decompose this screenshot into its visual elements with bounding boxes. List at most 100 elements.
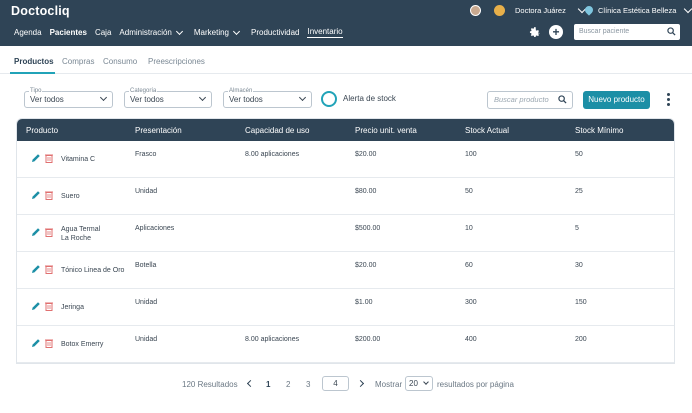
trash-icon[interactable] — [44, 338, 54, 348]
presentation-cell: Frasco — [135, 151, 157, 158]
page-number-input[interactable]: 4 — [322, 376, 349, 391]
table-row[interactable]: Agua Termal La Roche Aplicaciones $500.00… — [17, 215, 674, 252]
product-name: Botox Emerry — [61, 340, 103, 349]
plus-circle-icon[interactable]: + — [549, 25, 563, 39]
trash-icon[interactable] — [44, 227, 54, 237]
gear-icon[interactable] — [528, 26, 541, 39]
products-table: Producto Presentación Capacidad de uso P… — [16, 118, 675, 364]
bell-icon[interactable] — [494, 4, 505, 16]
trash-icon[interactable] — [44, 301, 54, 311]
chevron-left-icon[interactable] — [246, 379, 255, 388]
chevron-down-icon — [99, 93, 108, 102]
tipo-value: Ver todos — [30, 95, 64, 104]
user-name[interactable]: Doctora Juárez — [515, 6, 566, 15]
min-stock-cell: 25 — [575, 188, 583, 195]
page-link[interactable]: 1 — [266, 380, 270, 389]
price-cell: $80.00 — [355, 188, 377, 195]
nav-item-pacientes[interactable]: Pacientes — [50, 28, 87, 37]
avatar[interactable] — [470, 4, 481, 16]
brand-logo[interactable]: Doctocliq — [11, 4, 70, 18]
nav-item-productividad[interactable]: Productividad — [251, 28, 299, 37]
user-area[interactable]: Doctora Juárez — [470, 3, 587, 17]
product-name-line: Suero — [61, 193, 80, 200]
column-header[interactable]: Producto — [26, 126, 58, 135]
table-row[interactable]: Jeringa Unidad $1.00 300 150 — [17, 289, 674, 326]
chevron-down-icon — [198, 93, 207, 102]
chevron-right-icon[interactable] — [356, 379, 365, 388]
stock-cell: 300 — [465, 299, 477, 306]
pencil-icon[interactable] — [31, 301, 41, 311]
table-row[interactable]: Vitamina C Frasco 8.00 aplicaciones $20.… — [17, 141, 674, 178]
results-count: 120 Resultados — [182, 380, 238, 389]
top-bar: Doctocliq Doctora Juárez Clínica Estétic… — [0, 0, 692, 46]
clinic-name[interactable]: Clínica Estética Belleza — [598, 6, 676, 15]
show-label: Mostrar — [375, 380, 403, 389]
pencil-icon[interactable] — [31, 227, 41, 237]
pencil-icon[interactable] — [31, 338, 41, 348]
min-stock-cell: 150 — [575, 299, 587, 306]
pencil-icon[interactable] — [31, 264, 41, 274]
stock-alert-toggle[interactable] — [321, 91, 337, 107]
table-row[interactable]: Botox Emerry Unidad 8.00 aplicaciones $2… — [17, 326, 674, 363]
categoria-select[interactable]: Categoría Ver todos — [124, 87, 212, 108]
trash-icon[interactable] — [44, 190, 54, 200]
price-cell: $200.00 — [355, 336, 381, 343]
chevron-down-icon — [298, 93, 307, 102]
nav-item-marketing[interactable]: Marketing — [193, 27, 241, 37]
product-name: Jeringa — [61, 303, 84, 312]
new-product-button[interactable]: Nuevo producto — [583, 91, 650, 109]
nav-item-inventario[interactable]: Inventario — [307, 27, 343, 38]
clinic-selector[interactable]: Clínica Estética Belleza — [583, 3, 692, 17]
patient-search-input[interactable]: Buscar paciente — [574, 24, 680, 40]
price-cell: $500.00 — [355, 225, 381, 232]
column-header[interactable]: Capacidad de uso — [245, 126, 310, 135]
per-page-select[interactable]: 20 — [405, 376, 433, 391]
tab-productos[interactable]: Productos — [14, 57, 54, 66]
trash-icon[interactable] — [44, 264, 54, 274]
product-name: Agua Termal La Roche — [61, 225, 100, 243]
chevron-down-icon — [232, 27, 241, 35]
per-page-value: 20 — [409, 379, 418, 388]
search-icon[interactable] — [558, 95, 567, 104]
table-row[interactable]: Tónico Linea de Oro Botella $20.00 60 30 — [17, 252, 674, 289]
price-cell: $20.00 — [355, 262, 377, 269]
tab-compras[interactable]: Compras — [62, 57, 94, 66]
stock-cell: 100 — [465, 151, 477, 158]
page-link[interactable]: 3 — [306, 380, 310, 389]
capacity-cell: 8.00 aplicaciones — [245, 336, 300, 343]
stock-alert-label: Alerta de stock — [343, 94, 396, 103]
page-link[interactable]: 2 — [286, 380, 290, 389]
stock-cell: 60 — [465, 262, 473, 269]
product-search-input[interactable]: Buscar producto — [487, 91, 573, 109]
table-header: Producto Presentación Capacidad de uso P… — [17, 119, 674, 141]
nav-item-agenda[interactable]: Agenda — [14, 28, 42, 37]
nav-item-caja[interactable]: Caja — [95, 28, 111, 37]
column-header[interactable]: Precio unit. venta — [355, 126, 417, 135]
pencil-icon[interactable] — [31, 153, 41, 163]
nav-item-administracion[interactable]: Administración — [119, 27, 183, 37]
categoria-value: Ver todos — [130, 95, 164, 104]
stock-cell: 400 — [465, 336, 477, 343]
kebab-menu-icon[interactable] — [667, 93, 671, 107]
min-stock-cell: 50 — [575, 151, 583, 158]
tab-consumo[interactable]: Consumo — [103, 57, 137, 66]
column-header[interactable]: Stock Actual — [465, 126, 509, 135]
per-page-suffix: resultados por página — [437, 380, 514, 389]
pencil-icon[interactable] — [31, 190, 41, 200]
product-name: Suero — [61, 192, 80, 201]
chevron-down-icon[interactable] — [684, 4, 692, 13]
min-stock-cell: 30 — [575, 262, 583, 269]
column-header[interactable]: Stock Mínimo — [575, 126, 623, 135]
min-stock-cell: 200 — [575, 336, 587, 343]
column-header[interactable]: Presentación — [135, 126, 182, 135]
nav-label: Marketing — [193, 28, 229, 37]
search-icon[interactable] — [667, 27, 676, 36]
tipo-select[interactable]: Tipo Ver todos — [24, 87, 113, 108]
table-row[interactable]: Suero Unidad $80.00 50 25 — [17, 178, 674, 215]
product-name-line: Tónico Linea de Oro — [61, 267, 125, 274]
product-name-line: Agua Termal — [61, 226, 101, 233]
search-placeholder: Buscar paciente — [579, 28, 630, 35]
trash-icon[interactable] — [44, 153, 54, 163]
tab-preescripciones[interactable]: Preescripciones — [148, 57, 205, 66]
almacen-select[interactable]: Almacén Ver todos — [223, 87, 312, 108]
